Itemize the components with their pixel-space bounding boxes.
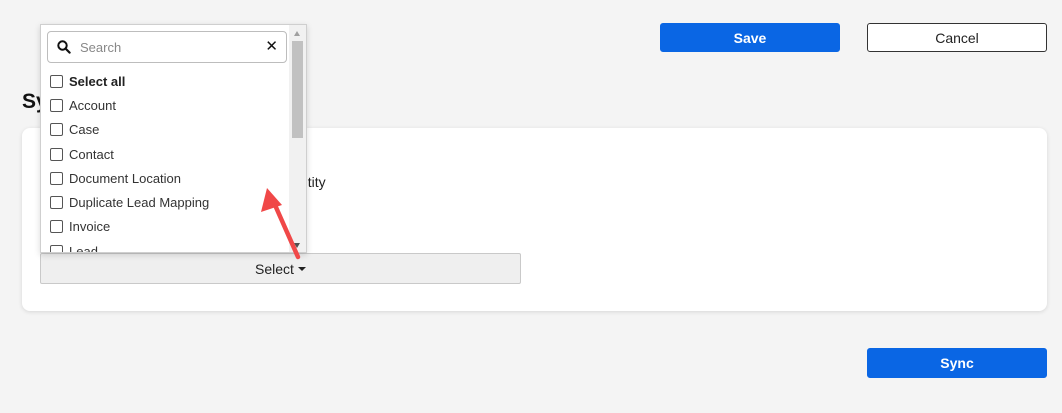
checkbox[interactable] bbox=[50, 220, 63, 234]
checkbox[interactable] bbox=[50, 123, 63, 137]
option-label: Document Location bbox=[69, 170, 182, 186]
entity-select-button[interactable]: Select bbox=[40, 253, 521, 284]
cancel-button[interactable]: Cancel bbox=[867, 23, 1047, 52]
checkbox[interactable] bbox=[50, 244, 63, 252]
checkbox[interactable] bbox=[50, 147, 63, 161]
option-label: Account bbox=[69, 97, 116, 113]
option-lead[interactable]: Lead bbox=[50, 239, 290, 253]
option-duplicate-lead-mapping[interactable]: Duplicate Lead Mapping bbox=[50, 190, 290, 214]
option-list: Select all Account Case Contact Document… bbox=[50, 69, 290, 253]
option-label: Contact bbox=[69, 146, 114, 162]
option-invoice[interactable]: Invoice bbox=[50, 215, 290, 239]
option-label: Duplicate Lead Mapping bbox=[69, 195, 210, 211]
option-contact[interactable]: Contact bbox=[50, 142, 290, 166]
search-box: ✕ bbox=[47, 31, 287, 63]
search-icon bbox=[57, 40, 71, 54]
option-select-all[interactable]: Select all bbox=[50, 69, 290, 93]
save-button[interactable]: Save bbox=[660, 23, 840, 52]
scroll-thumb[interactable] bbox=[292, 41, 303, 138]
select-button-label: Select bbox=[255, 260, 294, 277]
option-account[interactable]: Account bbox=[50, 93, 290, 117]
clear-search-icon[interactable]: ✕ bbox=[265, 39, 278, 55]
search-input[interactable] bbox=[78, 37, 258, 57]
checkbox[interactable] bbox=[50, 196, 63, 210]
checkbox[interactable] bbox=[50, 171, 63, 185]
caret-down-icon bbox=[297, 266, 306, 271]
sync-button[interactable]: Sync bbox=[867, 348, 1047, 378]
option-label: Select all bbox=[69, 73, 126, 89]
option-label: Invoice bbox=[69, 219, 111, 235]
checkbox[interactable] bbox=[50, 74, 63, 88]
entity-dropdown: ✕ Select all Account Case Contact Docume… bbox=[40, 24, 307, 253]
option-document-location[interactable]: Document Location bbox=[50, 166, 290, 190]
checkbox[interactable] bbox=[50, 98, 63, 112]
option-label: Lead bbox=[69, 243, 98, 253]
option-label: Case bbox=[69, 122, 100, 138]
dropdown-scrollbar[interactable] bbox=[289, 25, 306, 252]
scroll-up-icon[interactable] bbox=[294, 31, 300, 36]
option-case[interactable]: Case bbox=[50, 118, 290, 142]
scroll-down-icon[interactable] bbox=[294, 243, 300, 248]
